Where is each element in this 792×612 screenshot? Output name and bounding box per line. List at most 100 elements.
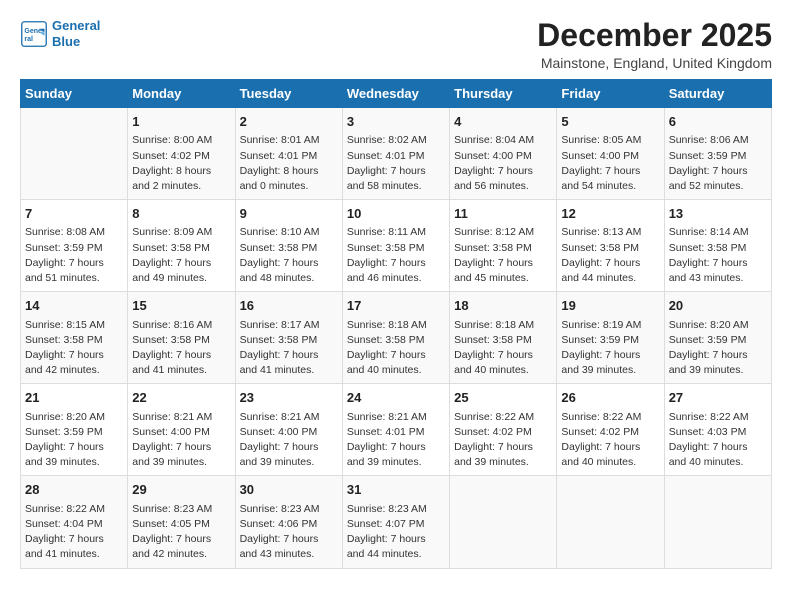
day-detail: Sunrise: 8:18 AMSunset: 3:58 PMDaylight:… <box>454 318 552 379</box>
day-number: 16 <box>240 297 338 315</box>
calendar-week-row: 14Sunrise: 8:15 AMSunset: 3:58 PMDayligh… <box>21 292 772 384</box>
col-header-thursday: Thursday <box>450 80 557 108</box>
day-number: 8 <box>132 205 230 223</box>
day-number: 13 <box>669 205 767 223</box>
calendar-cell: 16 Sunrise: 8:17 AMSunset: 3:58 PMDayligh… <box>235 292 342 384</box>
logo: Gene- ral General Blue <box>20 18 100 49</box>
logo-icon: Gene- ral <box>20 20 48 48</box>
day-number: 29 <box>132 481 230 499</box>
calendar-cell: 21Sunrise: 8:20 AMSunset: 3:59 PMDayligh… <box>21 384 128 476</box>
calendar-cell <box>450 476 557 568</box>
day-number: 2 <box>240 113 338 131</box>
logo-line1: General <box>52 18 100 33</box>
day-detail: Sunrise: 8:01 AMSunset: 4:01 PMDaylight:… <box>240 133 338 194</box>
day-number: 30 <box>240 481 338 499</box>
calendar-cell: 1 Sunrise: 8:00 AMSunset: 4:02 PMDaylight… <box>128 108 235 200</box>
day-number: 4 <box>454 113 552 131</box>
calendar-cell: 6Sunrise: 8:06 AMSunset: 3:59 PMDaylight… <box>664 108 771 200</box>
calendar-cell <box>557 476 664 568</box>
day-detail: Sunrise: 8:22 AMSunset: 4:03 PMDaylight:… <box>669 410 767 471</box>
calendar-cell: 15 Sunrise: 8:16 AMSunset: 3:58 PMDayligh… <box>128 292 235 384</box>
day-number: 17 <box>347 297 445 315</box>
calendar-cell <box>21 108 128 200</box>
calendar-cell: 31Sunrise: 8:23 AMSunset: 4:07 PMDayligh… <box>342 476 449 568</box>
day-detail: Sunrise: 8:22 AMSunset: 4:04 PMDaylight:… <box>25 502 123 563</box>
day-detail: Sunrise: 8:10 AMSunset: 3:58 PMDaylight:… <box>240 225 338 286</box>
calendar-cell: 4 Sunrise: 8:04 AMSunset: 4:00 PMDaylight… <box>450 108 557 200</box>
calendar-cell: 22 Sunrise: 8:21 AMSunset: 4:00 PMDayligh… <box>128 384 235 476</box>
svg-text:ral: ral <box>24 36 33 43</box>
day-detail: Sunrise: 8:19 AMSunset: 3:59 PMDaylight:… <box>561 318 659 379</box>
day-detail: Sunrise: 8:21 AMSunset: 4:00 PMDaylight:… <box>132 410 230 471</box>
calendar-cell: 19 Sunrise: 8:19 AMSunset: 3:59 PMDayligh… <box>557 292 664 384</box>
day-detail: Sunrise: 8:21 AMSunset: 4:01 PMDaylight:… <box>347 410 445 471</box>
day-number: 24 <box>347 389 445 407</box>
logo-text: General Blue <box>52 18 100 49</box>
calendar-week-row: 7 Sunrise: 8:08 AMSunset: 3:59 PMDaylight… <box>21 200 772 292</box>
col-header-saturday: Saturday <box>664 80 771 108</box>
calendar-cell: 12 Sunrise: 8:13 AMSunset: 3:58 PMDayligh… <box>557 200 664 292</box>
day-number: 14 <box>25 297 123 315</box>
calendar-cell: 10 Sunrise: 8:11 AMSunset: 3:58 PMDayligh… <box>342 200 449 292</box>
day-number: 26 <box>561 389 659 407</box>
day-number: 22 <box>132 389 230 407</box>
day-detail: Sunrise: 8:17 AMSunset: 3:58 PMDaylight:… <box>240 318 338 379</box>
calendar-cell: 5 Sunrise: 8:05 AMSunset: 4:00 PMDaylight… <box>557 108 664 200</box>
day-number: 10 <box>347 205 445 223</box>
day-number: 7 <box>25 205 123 223</box>
day-detail: Sunrise: 8:22 AMSunset: 4:02 PMDaylight:… <box>454 410 552 471</box>
col-header-friday: Friday <box>557 80 664 108</box>
day-number: 12 <box>561 205 659 223</box>
day-detail: Sunrise: 8:02 AMSunset: 4:01 PMDaylight:… <box>347 133 445 194</box>
calendar-cell: 26Sunrise: 8:22 AMSunset: 4:02 PMDayligh… <box>557 384 664 476</box>
col-header-tuesday: Tuesday <box>235 80 342 108</box>
calendar-week-row: 28 Sunrise: 8:22 AMSunset: 4:04 PMDayligh… <box>21 476 772 568</box>
day-detail: Sunrise: 8:09 AMSunset: 3:58 PMDaylight:… <box>132 225 230 286</box>
day-number: 18 <box>454 297 552 315</box>
calendar-cell: 3 Sunrise: 8:02 AMSunset: 4:01 PMDaylight… <box>342 108 449 200</box>
day-detail: Sunrise: 8:08 AMSunset: 3:59 PMDaylight:… <box>25 225 123 286</box>
day-detail: Sunrise: 8:20 AMSunset: 3:59 PMDaylight:… <box>25 410 123 471</box>
calendar-cell: 17Sunrise: 8:18 AMSunset: 3:58 PMDayligh… <box>342 292 449 384</box>
day-detail: Sunrise: 8:05 AMSunset: 4:00 PMDaylight:… <box>561 133 659 194</box>
day-detail: Sunrise: 8:00 AMSunset: 4:02 PMDaylight:… <box>132 133 230 194</box>
col-header-sunday: Sunday <box>21 80 128 108</box>
day-detail: Sunrise: 8:04 AMSunset: 4:00 PMDaylight:… <box>454 133 552 194</box>
calendar-cell <box>664 476 771 568</box>
day-number: 19 <box>561 297 659 315</box>
day-number: 3 <box>347 113 445 131</box>
day-detail: Sunrise: 8:21 AMSunset: 4:00 PMDaylight:… <box>240 410 338 471</box>
day-number: 25 <box>454 389 552 407</box>
day-detail: Sunrise: 8:23 AMSunset: 4:06 PMDaylight:… <box>240 502 338 563</box>
calendar-cell: 24 Sunrise: 8:21 AMSunset: 4:01 PMDayligh… <box>342 384 449 476</box>
day-number: 27 <box>669 389 767 407</box>
day-detail: Sunrise: 8:20 AMSunset: 3:59 PMDaylight:… <box>669 318 767 379</box>
calendar-cell: 8 Sunrise: 8:09 AMSunset: 3:58 PMDaylight… <box>128 200 235 292</box>
col-header-monday: Monday <box>128 80 235 108</box>
day-number: 15 <box>132 297 230 315</box>
page-title: December 2025 <box>537 18 772 53</box>
page-subtitle: Mainstone, England, United Kingdom <box>537 55 772 71</box>
day-detail: Sunrise: 8:13 AMSunset: 3:58 PMDaylight:… <box>561 225 659 286</box>
day-detail: Sunrise: 8:23 AMSunset: 4:05 PMDaylight:… <box>132 502 230 563</box>
title-block: December 2025 Mainstone, England, United… <box>537 18 772 71</box>
calendar-cell: 9Sunrise: 8:10 AMSunset: 3:58 PMDaylight… <box>235 200 342 292</box>
calendar-table: SundayMondayTuesdayWednesdayThursdayFrid… <box>20 79 772 568</box>
day-number: 1 <box>132 113 230 131</box>
day-number: 6 <box>669 113 767 131</box>
day-detail: Sunrise: 8:11 AMSunset: 3:58 PMDaylight:… <box>347 225 445 286</box>
day-detail: Sunrise: 8:12 AMSunset: 3:58 PMDaylight:… <box>454 225 552 286</box>
day-number: 11 <box>454 205 552 223</box>
header: Gene- ral General Blue December 2025 Mai… <box>20 18 772 71</box>
calendar-cell: 13 Sunrise: 8:14 AMSunset: 3:58 PMDayligh… <box>664 200 771 292</box>
day-detail: Sunrise: 8:14 AMSunset: 3:58 PMDaylight:… <box>669 225 767 286</box>
calendar-cell: 2 Sunrise: 8:01 AMSunset: 4:01 PMDaylight… <box>235 108 342 200</box>
day-number: 28 <box>25 481 123 499</box>
calendar-header-row: SundayMondayTuesdayWednesdayThursdayFrid… <box>21 80 772 108</box>
day-number: 5 <box>561 113 659 131</box>
calendar-cell: 11 Sunrise: 8:12 AMSunset: 3:58 PMDayligh… <box>450 200 557 292</box>
calendar-cell: 23Sunrise: 8:21 AMSunset: 4:00 PMDayligh… <box>235 384 342 476</box>
day-detail: Sunrise: 8:16 AMSunset: 3:58 PMDaylight:… <box>132 318 230 379</box>
calendar-week-row: 21Sunrise: 8:20 AMSunset: 3:59 PMDayligh… <box>21 384 772 476</box>
calendar-week-row: 1 Sunrise: 8:00 AMSunset: 4:02 PMDaylight… <box>21 108 772 200</box>
